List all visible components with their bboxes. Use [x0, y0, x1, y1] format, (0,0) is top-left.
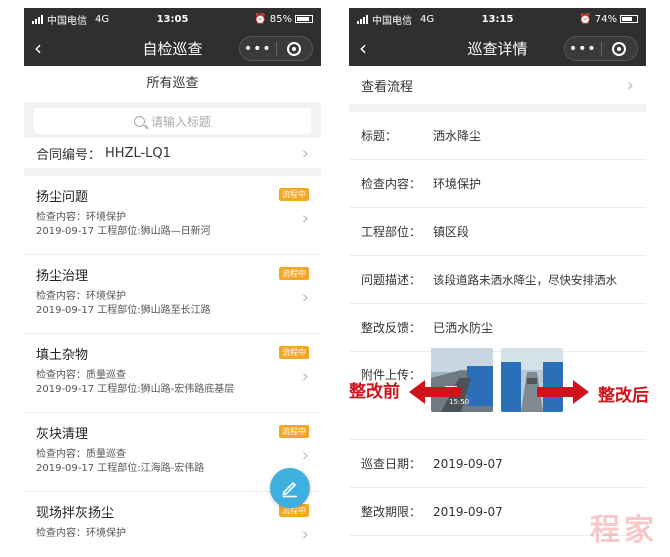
field-row-feedback: 整改反馈： 已洒水防尘 — [349, 304, 646, 352]
arrow-left-icon — [409, 380, 461, 404]
close-miniprogram-button[interactable] — [602, 41, 638, 56]
field-label: 巡查日期： — [361, 457, 422, 471]
status-badge: 流程中 — [279, 267, 309, 280]
chevron-right-icon: › — [301, 142, 309, 164]
section-title: 所有巡查 — [24, 66, 321, 102]
field-row-location: 工程部位： 镇区段 — [349, 208, 646, 256]
back-icon[interactable]: ‹ — [34, 36, 42, 60]
after-caption: 整改后 — [598, 386, 649, 406]
status-badge: 流程中 — [279, 346, 309, 359]
contract-label: 合同编号： — [36, 147, 102, 163]
field-row-title: 标题： 洒水降尘 — [349, 112, 646, 160]
right-phone-screen: 中国电信 4G 13:15 ⏰ 74% ‹ 巡查详情 ••• 查看流程 › 标题… — [349, 8, 646, 553]
item-content: 检查内容：质量巡查 — [36, 449, 126, 460]
view-flow-row[interactable]: 查看流程 › — [349, 66, 646, 112]
miniprogram-capsule: ••• — [564, 36, 638, 61]
field-value: 2019-09-07 — [433, 504, 503, 519]
item-title: 填土杂物 — [36, 348, 89, 363]
contract-selector[interactable]: 合同编号： HHZL-LQ1 › — [24, 138, 321, 168]
field-row-inspect-date: 巡查日期： 2019-09-07 — [349, 440, 646, 488]
nav-bar: ‹ 巡查详情 ••• — [349, 30, 646, 66]
field-label: 问题描述： — [361, 273, 422, 287]
status-bar: 中国电信 4G 13:05 ⏰ 85% — [24, 8, 321, 30]
chevron-right-icon: › — [626, 74, 634, 96]
clock: 13:05 — [156, 13, 189, 25]
before-caption: 整改前 — [349, 382, 400, 402]
item-content: 检查内容：质量巡查 — [36, 370, 126, 381]
field-label: 整改反馈： — [361, 321, 422, 335]
back-icon[interactable]: ‹ — [359, 36, 367, 60]
arrow-right-icon — [537, 380, 589, 404]
field-value: 该段道路未洒水降尘，尽快安排洒水 — [433, 272, 617, 287]
new-inspection-button[interactable] — [270, 468, 310, 508]
target-icon — [612, 41, 627, 56]
field-value: 已洒水防尘 — [433, 321, 494, 335]
field-label: 检查内容： — [361, 177, 422, 191]
item-content: 检查内容：环境保护 — [36, 291, 126, 302]
field-value: 洒水降尘 — [433, 129, 482, 143]
item-title: 现场拌灰扬尘 — [36, 506, 115, 521]
nav-bar: ‹ 自检巡查 ••• — [24, 30, 321, 66]
item-content: 检查内容：环境保护 — [36, 528, 126, 539]
item-meta: 2019-09-17 工程部位:狮山路-宏伟路底基层 — [36, 384, 235, 395]
status-badge: 流程中 — [279, 188, 309, 201]
close-miniprogram-button[interactable] — [277, 41, 313, 56]
chevron-right-icon: › — [301, 445, 309, 466]
field-row-description: 问题描述： 该段道路未洒水降尘，尽快安排洒水 — [349, 256, 646, 304]
field-label: 整改期限： — [361, 505, 422, 519]
status-badge: 流程中 — [279, 425, 309, 438]
item-title: 扬尘治理 — [36, 269, 89, 284]
item-title: 扬尘问题 — [36, 190, 89, 205]
item-content: 检查内容：环境保护 — [36, 212, 126, 223]
field-value: 2019-09-07 — [433, 456, 503, 471]
contract-value: HHZL-LQ1 — [105, 145, 171, 161]
field-label: 工程部位： — [361, 225, 422, 239]
miniprogram-capsule: ••• — [239, 36, 313, 61]
left-phone-screen: 中国电信 4G 13:05 ⏰ 85% ‹ 自检巡查 ••• 所有巡查 请输入标… — [24, 8, 321, 553]
field-value: 环境保护 — [433, 177, 482, 191]
watermark-logo: 程家 — [590, 513, 658, 548]
battery-icon — [295, 15, 313, 23]
field-row-content: 检查内容： 环境保护 — [349, 160, 646, 208]
search-placeholder: 请输入标题 — [150, 114, 211, 129]
chevron-right-icon: › — [301, 287, 309, 308]
list-item[interactable]: 扬尘问题 检查内容：环境保护 2019-09-17 工程部位:狮山路—日新河 流… — [24, 176, 321, 255]
more-button[interactable]: ••• — [240, 41, 276, 57]
edit-icon — [282, 481, 297, 498]
field-label: 标题： — [361, 129, 398, 143]
search-icon — [133, 115, 145, 127]
chevron-right-icon: › — [301, 366, 309, 387]
field-value: 镇区段 — [433, 225, 470, 239]
list-item[interactable]: 填土杂物 检查内容：质量巡查 2019-09-17 工程部位:狮山路-宏伟路底基… — [24, 334, 321, 413]
item-meta: 2019-09-17 工程部位:狮山路—日新河 — [36, 226, 211, 237]
more-button[interactable]: ••• — [565, 41, 601, 57]
chevron-right-icon: › — [301, 208, 309, 229]
status-bar: 中国电信 4G 13:15 ⏰ 74% — [349, 8, 646, 30]
item-meta: 2019-09-17 工程部位:江海路-宏伟路 — [36, 463, 205, 474]
chevron-right-icon: › — [301, 524, 309, 545]
battery-icon — [620, 15, 638, 23]
item-meta: 2019-09-17 工程部位:狮山路至长江路 — [36, 305, 211, 316]
target-icon — [287, 41, 302, 56]
clock: 13:15 — [481, 13, 514, 25]
list-item[interactable]: 扬尘治理 检查内容：环境保护 2019-09-17 工程部位:狮山路至长江路 流… — [24, 255, 321, 334]
search-input[interactable]: 请输入标题 — [34, 108, 311, 134]
view-flow-label: 查看流程 — [361, 79, 414, 95]
item-title: 灰块清理 — [36, 427, 89, 442]
